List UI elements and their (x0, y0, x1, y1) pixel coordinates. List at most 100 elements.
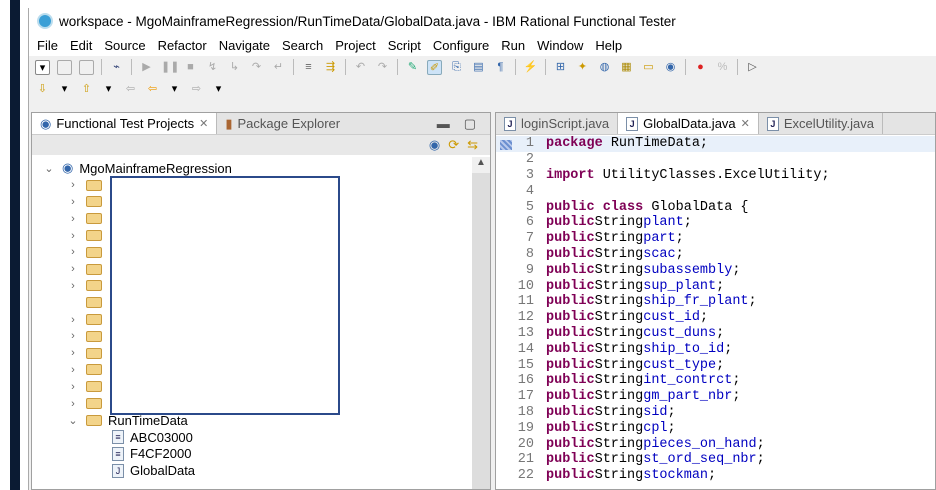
chevron-right-icon[interactable]: › (66, 398, 80, 410)
java-file-icon: J (626, 116, 639, 131)
type: String (594, 341, 644, 357)
lightning-icon[interactable]: ⚡ (523, 60, 538, 75)
script-icon[interactable]: ▤ (471, 60, 486, 75)
paragraph-icon[interactable]: ¶ (493, 60, 508, 75)
disabled-icon[interactable]: % (715, 60, 730, 75)
tab-label: GlobalData.java (643, 116, 736, 131)
menu-configure[interactable]: Configure (433, 38, 489, 53)
chevron-right-icon[interactable]: › (66, 381, 80, 393)
prev-annotation-icon[interactable]: ⇧ (79, 82, 94, 97)
test-icon[interactable]: ◉ (663, 60, 678, 75)
save-icon[interactable] (57, 59, 72, 75)
folder-icon (86, 330, 102, 342)
menu-project[interactable]: Project (335, 38, 375, 53)
chevron-right-icon[interactable]: › (66, 280, 80, 292)
menu-file[interactable]: File (37, 38, 58, 53)
chevron-right-icon[interactable]: › (66, 364, 80, 376)
scroll-up-icon[interactable]: ▲ (472, 157, 490, 173)
format-icon[interactable]: ≡ (301, 60, 316, 75)
type: String (594, 452, 644, 468)
menu-window[interactable]: Window (537, 38, 583, 53)
forward-nav-icon[interactable]: ⇨ (189, 82, 204, 97)
maximize-icon[interactable]: ▢ (464, 116, 476, 132)
dropdown-icon[interactable]: ▾ (101, 82, 116, 97)
back-icon[interactable]: ↶ (353, 60, 368, 75)
stop-icon[interactable]: ■ (183, 60, 198, 75)
refactor-icon[interactable]: ⇶ (323, 60, 338, 75)
menu-edit[interactable]: Edit (70, 38, 92, 53)
back-nav-icon[interactable]: ⇦ (145, 82, 160, 97)
chevron-right-icon[interactable]: › (66, 196, 80, 208)
insert-icon[interactable]: ⎘ (449, 60, 464, 75)
pause-icon[interactable]: ❚❚ (161, 60, 179, 75)
run-icon[interactable]: ▷ (745, 60, 760, 75)
chevron-down-icon[interactable]: ⌄ (42, 162, 56, 175)
step-icon[interactable]: ↯ (205, 60, 220, 75)
menu-search[interactable]: Search (282, 38, 323, 53)
chevron-down-icon[interactable]: ⌄ (66, 414, 80, 427)
menu-navigate[interactable]: Navigate (219, 38, 270, 53)
close-icon[interactable]: ✕ (199, 117, 208, 130)
step-return-icon[interactable]: ↵ (271, 60, 286, 75)
close-icon[interactable]: ✕ (741, 117, 750, 130)
menu-run[interactable]: Run (501, 38, 525, 53)
menu-source[interactable]: Source (104, 38, 145, 53)
tree-label: GlobalData (130, 463, 196, 479)
tab-package-explorer[interactable]: ▮ Package Explorer (217, 113, 348, 134)
folder-icon (86, 263, 102, 275)
chevron-right-icon[interactable]: › (66, 230, 80, 242)
menu-bar: File Edit Source Refactor Navigate Search Proj… (29, 34, 936, 56)
tree-root[interactable]: ⌄ ◉ MgoMainframeRegression (32, 160, 468, 177)
folder-icon[interactable]: ▭ (641, 60, 656, 75)
forward-icon[interactable]: ↷ (375, 60, 390, 75)
tree-file[interactable]: J GlobalData (32, 462, 468, 479)
minimize-icon[interactable]: ▬ (437, 116, 450, 131)
chevron-right-icon[interactable]: › (66, 347, 80, 359)
menu-refactor[interactable]: Refactor (158, 38, 207, 53)
code-line: 12 public String cust_id; (496, 310, 935, 326)
menu-help[interactable]: Help (595, 38, 622, 53)
step-into-icon[interactable]: ↳ (227, 60, 242, 75)
wizard-icon[interactable]: ✦ (575, 60, 590, 75)
new-icon[interactable]: ▾ (35, 59, 50, 75)
field-name: int_contrct (643, 373, 733, 389)
step-over-icon[interactable]: ↷ (249, 60, 264, 75)
code-editor[interactable]: 1 package RunTimeData; 2 3 import UtilityCla… (496, 136, 935, 489)
datapool-icon[interactable]: ▦ (619, 60, 634, 75)
folder-icon (86, 347, 102, 359)
chevron-right-icon[interactable]: › (66, 246, 80, 258)
debug-off-icon[interactable]: ⌁ (109, 60, 124, 75)
folder-icon (86, 398, 102, 410)
highlight-icon[interactable]: ✐ (427, 59, 442, 75)
play-icon[interactable]: ▶ (139, 60, 154, 75)
globe-icon[interactable]: ◍ (597, 60, 612, 75)
dropdown-icon[interactable]: ▾ (211, 82, 226, 97)
new-project-icon[interactable]: ⊞ (553, 60, 568, 75)
chevron-right-icon[interactable]: › (66, 263, 80, 275)
field-name: cust_id (643, 310, 700, 326)
last-edit-icon[interactable]: ⇦ (123, 82, 138, 97)
tab-functional-test-projects[interactable]: ◉ Functional Test Projects ✕ (32, 113, 218, 134)
editor-tab[interactable]: JloginScript.java (496, 113, 619, 134)
chevron-right-icon[interactable]: › (66, 314, 80, 326)
menu-script[interactable]: Script (388, 38, 421, 53)
record-icon[interactable]: ● (693, 60, 708, 75)
verification-icon[interactable]: ✎ (405, 60, 420, 75)
next-annotation-icon[interactable]: ⇩ (35, 82, 50, 97)
save-all-icon[interactable] (79, 59, 94, 75)
code-line: 13 public String cust_duns; (496, 326, 935, 342)
tree-file[interactable]: ≡ F4CF2000 (32, 446, 468, 463)
vertical-scrollbar[interactable]: ▲ (472, 157, 490, 489)
editor-tab[interactable]: J GlobalData.java ✕ (618, 113, 759, 134)
chevron-right-icon[interactable]: › (66, 213, 80, 225)
editor-tab[interactable]: J ExcelUtility.java (759, 113, 883, 134)
dropdown-icon[interactable]: ▾ (167, 82, 182, 97)
sync-icon[interactable]: ⟳ (448, 137, 459, 153)
tree-file[interactable]: ≡ ABC03000 (32, 429, 468, 446)
chevron-right-icon[interactable]: › (66, 179, 80, 191)
keyword: public (546, 262, 595, 278)
chevron-right-icon[interactable]: › (66, 330, 80, 342)
link-icon[interactable]: ⇆ (467, 137, 478, 153)
dropdown-icon[interactable]: ▾ (57, 82, 72, 97)
project-icon[interactable]: ◉ (429, 137, 440, 153)
